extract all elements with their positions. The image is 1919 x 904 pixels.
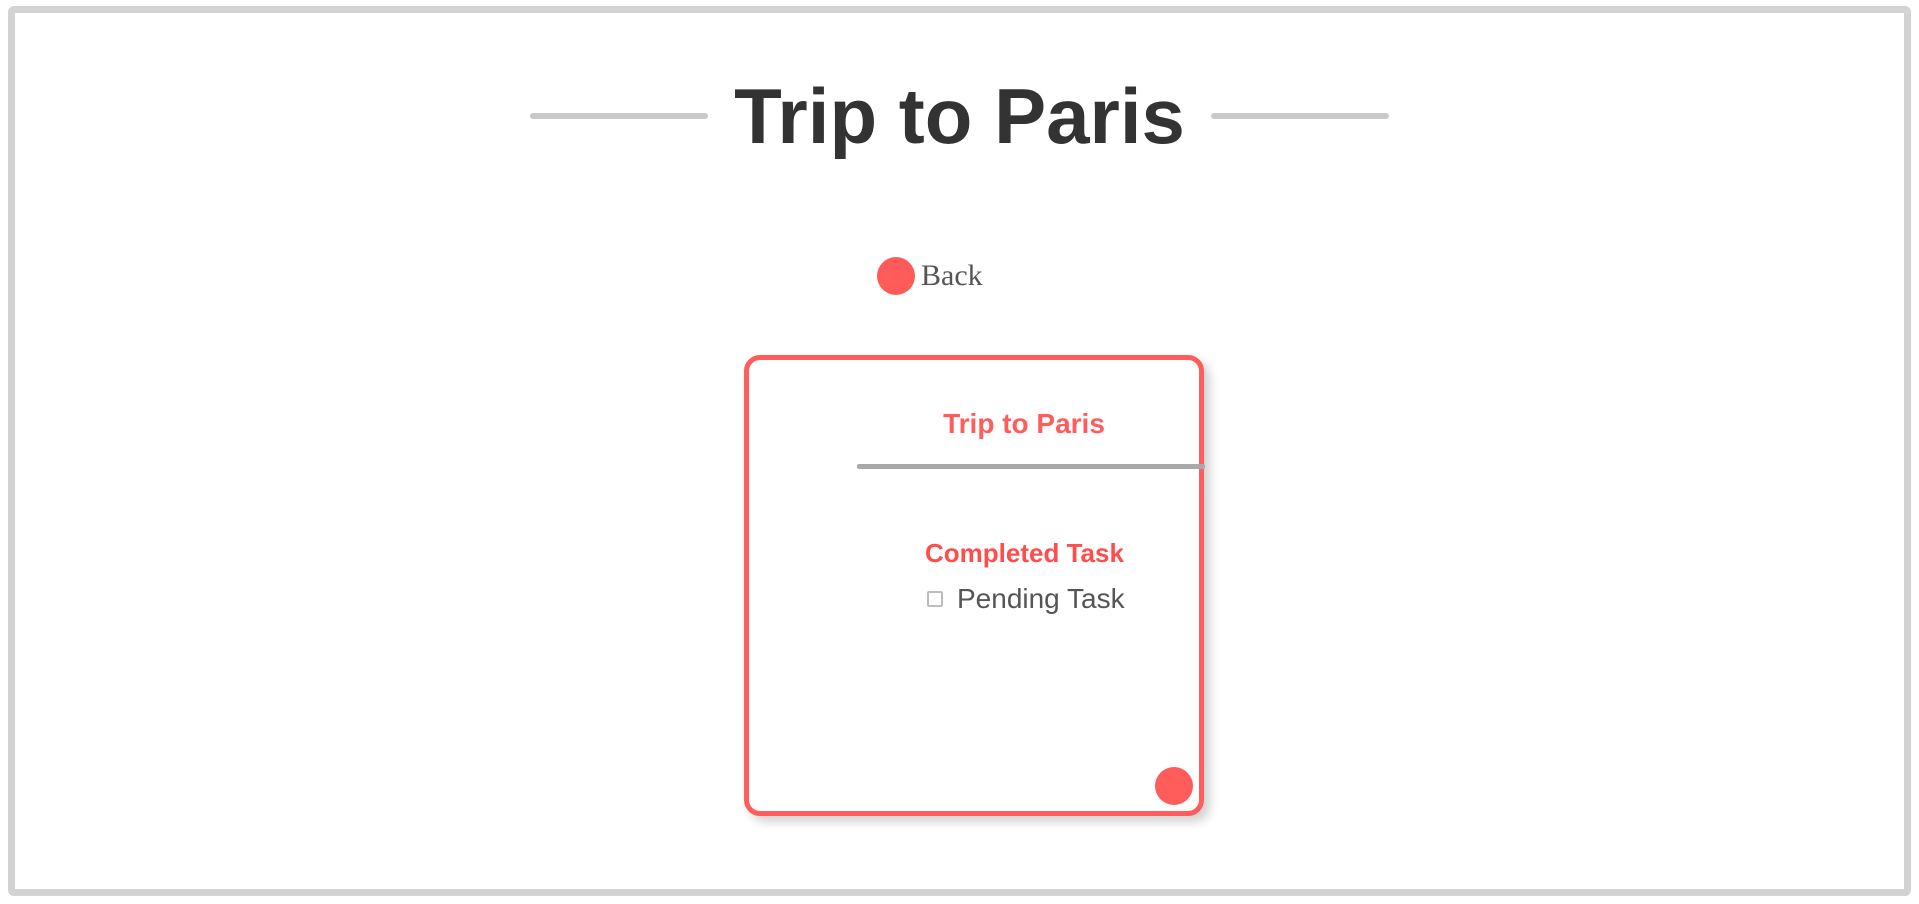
header-rule-left [530, 113, 709, 119]
app-frame: Trip to Paris Back Trip to Paris Complet… [8, 6, 1911, 896]
back-label: Back [921, 259, 983, 292]
task-list: Completed Task Pending Task [919, 530, 1179, 622]
page-header: Trip to Paris [15, 71, 1904, 161]
task-checkbox[interactable] [927, 591, 943, 607]
trip-card: Trip to Paris Completed Task Pending Tas… [744, 355, 1205, 816]
back-dot-icon [877, 257, 915, 295]
card-title: Trip to Paris [943, 408, 1105, 439]
task-completed[interactable]: Completed Task [919, 530, 1179, 576]
card-divider [857, 464, 1205, 469]
header-rule-right [1210, 113, 1389, 119]
page-title: Trip to Paris [734, 71, 1185, 160]
add-task-icon[interactable] [1155, 767, 1193, 805]
back-button[interactable]: Back [877, 257, 983, 295]
task-label: Pending Task [957, 583, 1125, 614]
task-label: Completed Task [925, 537, 1124, 568]
task-pending[interactable]: Pending Task [919, 576, 1179, 622]
